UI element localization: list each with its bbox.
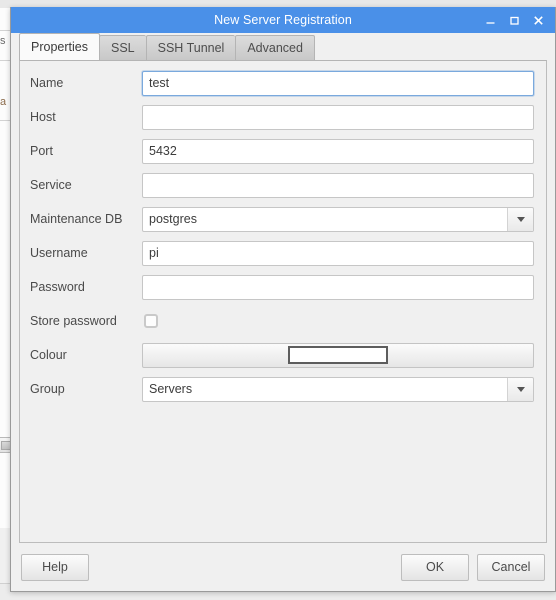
maintenance-db-label: Maintenance DB: [30, 212, 123, 226]
group-combobox[interactable]: Servers: [142, 376, 534, 402]
store-password-label: Store password: [30, 314, 117, 328]
password-input[interactable]: [142, 274, 534, 300]
help-button[interactable]: Help: [21, 553, 89, 581]
minimize-icon[interactable]: [479, 9, 501, 31]
maintenance-db-combobox[interactable]: postgres: [142, 206, 534, 232]
port-label: Port: [30, 144, 53, 158]
tab-advanced-label: Advanced: [247, 41, 303, 55]
form-row-service: Service: [30, 172, 534, 198]
maintenance-db-dropdown-button[interactable]: [507, 207, 533, 231]
host-label: Host: [30, 110, 56, 124]
tab-ssl[interactable]: SSL: [98, 35, 146, 60]
tab-ssl-label: SSL: [110, 41, 135, 55]
maintenance-db-value: postgres: [149, 212, 197, 226]
server-properties-form: Name Host Port Service: [20, 61, 546, 402]
colour-swatch: [288, 346, 388, 364]
tab-properties-label: Properties: [31, 40, 88, 54]
port-input[interactable]: [142, 138, 534, 164]
colour-label: Colour: [30, 348, 67, 362]
chevron-down-icon: [516, 216, 525, 222]
service-input[interactable]: [142, 172, 534, 198]
background-window-text-fragment-2: a: [0, 96, 7, 108]
form-row-port: Port: [30, 138, 534, 164]
group-dropdown-button[interactable]: [507, 377, 533, 401]
form-row-group: Group Servers: [30, 376, 534, 402]
chevron-down-icon: [516, 386, 525, 392]
new-server-registration-dialog: New Server Registration Properties SSL S…: [10, 7, 556, 592]
cancel-button[interactable]: Cancel: [477, 553, 545, 581]
store-password-checkbox[interactable]: [144, 314, 158, 328]
maximize-icon[interactable]: [503, 9, 525, 31]
username-label: Username: [30, 246, 88, 260]
password-label: Password: [30, 280, 85, 294]
name-label: Name: [30, 76, 64, 90]
form-row-colour: Colour: [30, 342, 534, 368]
tab-advanced[interactable]: Advanced: [235, 35, 315, 60]
colour-picker-button[interactable]: [142, 342, 534, 368]
host-input[interactable]: [142, 104, 534, 130]
dialog-titlebar[interactable]: New Server Registration: [11, 7, 555, 33]
dialog-title: New Server Registration: [214, 13, 352, 27]
dialog-button-bar: Help OK Cancel: [11, 543, 555, 591]
form-row-username: Username: [30, 240, 534, 266]
group-value: Servers: [149, 382, 193, 396]
background-window-text-fragment-1: s: [0, 35, 6, 47]
form-row-host: Host: [30, 104, 534, 130]
tab-ssh-tunnel[interactable]: SSH Tunnel: [145, 35, 236, 60]
form-row-maintenance-db: Maintenance DB postgres: [30, 206, 534, 232]
tab-properties[interactable]: Properties: [19, 33, 100, 60]
username-input[interactable]: [142, 240, 534, 266]
form-row-name: Name: [30, 70, 534, 96]
group-label: Group: [30, 382, 65, 396]
name-input[interactable]: [142, 70, 534, 96]
tab-ssh-tunnel-label: SSH Tunnel: [157, 41, 225, 55]
form-row-password: Password: [30, 274, 534, 300]
service-label: Service: [30, 178, 72, 192]
window-controls: [479, 7, 549, 33]
tab-strip: Properties SSL SSH Tunnel Advanced: [11, 33, 555, 60]
form-row-store-password: Store password: [30, 309, 534, 333]
ok-button[interactable]: OK: [401, 553, 469, 581]
close-icon[interactable]: [527, 9, 549, 31]
properties-tab-panel: Name Host Port Service: [19, 60, 547, 543]
